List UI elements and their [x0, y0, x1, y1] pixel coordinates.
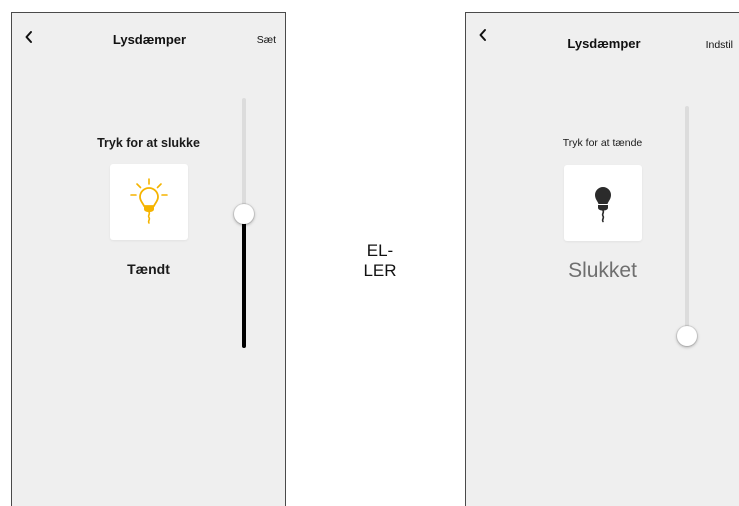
page-title: Lysdæmper — [112, 32, 187, 47]
lightbulb-off-icon — [595, 187, 611, 223]
app-header: Lysdæmper Indstil — [466, 13, 739, 65]
dimmer-screen-on: Lysdæmper Sæt Tryk for at slukke Tændt — [11, 12, 286, 506]
tap-hint: Tryk for at tænde — [562, 137, 643, 149]
or-separator-line1: EL- — [366, 241, 394, 260]
dimmer-slider[interactable] — [234, 98, 254, 348]
light-toggle-tile[interactable] — [110, 164, 188, 240]
back-button[interactable] — [24, 30, 42, 52]
set-button[interactable]: Sæt — [257, 34, 276, 46]
lightbulb-on-icon — [130, 178, 168, 224]
page-title: Lysdæmper — [567, 36, 641, 51]
light-toggle-tile[interactable] — [564, 165, 642, 241]
chevron-left-icon — [479, 29, 486, 41]
app-header: Lysdæmper Sæt — [12, 13, 285, 65]
back-button[interactable] — [478, 28, 496, 50]
slider-fill — [242, 213, 246, 348]
slider-thumb[interactable] — [677, 326, 697, 346]
light-state-label: Slukket — [568, 259, 637, 282]
or-separator: EL- LER — [340, 241, 420, 281]
dimmer-slider[interactable] — [677, 106, 697, 346]
dimmer-screen-off: Lysdæmper Indstil Tryk for at tænde Sluk… — [465, 12, 739, 506]
chevron-left-icon — [25, 31, 32, 43]
slider-track — [685, 106, 689, 346]
slider-thumb[interactable] — [234, 203, 254, 224]
or-separator-line2: LER — [363, 261, 397, 280]
set-button[interactable]: Indstil — [706, 39, 733, 51]
